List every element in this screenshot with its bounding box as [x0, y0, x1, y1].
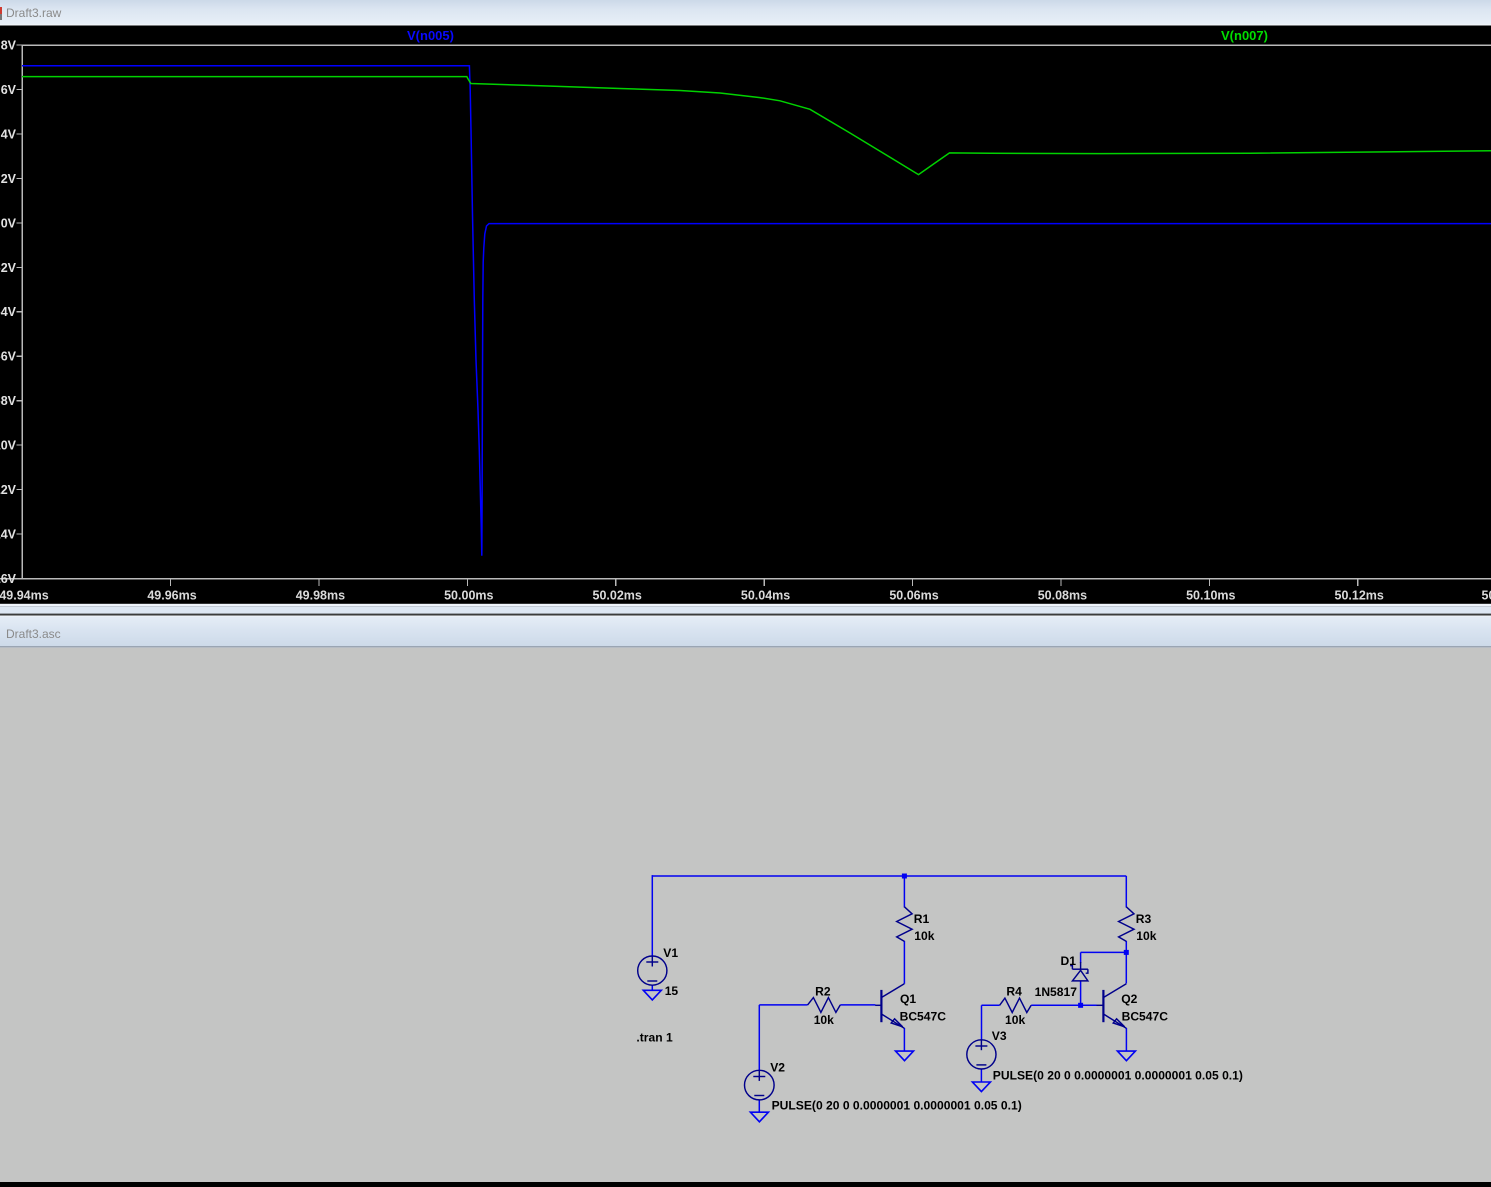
- svg-text:V(n005): V(n005): [407, 28, 454, 43]
- svg-text:V1: V1: [663, 946, 678, 960]
- svg-text:-14V: -14V: [0, 527, 17, 541]
- svg-text:15: 15: [665, 984, 679, 998]
- svg-text:-2V: -2V: [0, 261, 17, 275]
- svg-text:49.96ms: 49.96ms: [147, 589, 196, 603]
- svg-text:0V: 0V: [1, 216, 17, 230]
- svg-text:Q1: Q1: [900, 992, 916, 1006]
- svg-text:8V: 8V: [1, 39, 17, 53]
- svg-text:Draft3.asc: Draft3.asc: [6, 627, 61, 641]
- svg-text:50.04ms: 50.04ms: [741, 589, 790, 603]
- svg-text:-6V: -6V: [0, 350, 17, 364]
- svg-text:PULSE(0 20 0 0.0000001 0.00000: PULSE(0 20 0 0.0000001 0.0000001 0.05 0.…: [772, 1098, 1022, 1112]
- svg-text:49.98ms: 49.98ms: [296, 589, 345, 603]
- svg-text:10k: 10k: [914, 929, 934, 943]
- svg-text:BC547C: BC547C: [900, 1010, 947, 1024]
- svg-text:1N5817: 1N5817: [1035, 985, 1078, 999]
- svg-text:D1: D1: [1061, 954, 1077, 968]
- svg-text:50.12ms: 50.12ms: [1335, 589, 1384, 603]
- svg-text:50.14ms: 50.14ms: [1482, 589, 1491, 603]
- svg-text:10k: 10k: [814, 1013, 834, 1027]
- svg-text:V2: V2: [770, 1060, 785, 1074]
- svg-text:BC547C: BC547C: [1122, 1010, 1169, 1024]
- svg-text:50.02ms: 50.02ms: [593, 589, 642, 603]
- svg-text:50.06ms: 50.06ms: [889, 589, 938, 603]
- svg-text:49.94ms: 49.94ms: [0, 589, 49, 603]
- svg-text:Q2: Q2: [1121, 992, 1137, 1006]
- svg-text:.tran 1: .tran 1: [636, 1031, 673, 1045]
- svg-text:V(n007): V(n007): [1221, 28, 1268, 43]
- svg-text:-4V: -4V: [0, 305, 17, 319]
- svg-text:10k: 10k: [1136, 929, 1156, 943]
- svg-text:Draft3.raw: Draft3.raw: [6, 6, 62, 20]
- svg-text:R2: R2: [815, 985, 831, 999]
- svg-text:-12V: -12V: [0, 483, 17, 497]
- svg-text:10k: 10k: [1005, 1013, 1025, 1027]
- svg-text:6V: 6V: [1, 83, 17, 97]
- svg-text:-16V: -16V: [0, 572, 17, 586]
- svg-text:-8V: -8V: [0, 394, 17, 408]
- svg-text:50.00ms: 50.00ms: [444, 589, 493, 603]
- svg-text:R4: R4: [1006, 985, 1022, 999]
- svg-text:-10V: -10V: [0, 439, 17, 453]
- svg-text:V3: V3: [992, 1029, 1007, 1043]
- svg-text:50.08ms: 50.08ms: [1038, 589, 1087, 603]
- svg-text:2V: 2V: [1, 172, 17, 186]
- svg-text:PULSE(0 20 0 0.0000001 0.00000: PULSE(0 20 0 0.0000001 0.0000001 0.05 0.…: [993, 1068, 1243, 1082]
- svg-text:50.10ms: 50.10ms: [1186, 589, 1235, 603]
- svg-text:4V: 4V: [1, 127, 17, 141]
- svg-text:R3: R3: [1136, 912, 1152, 926]
- svg-text:R1: R1: [914, 912, 930, 926]
